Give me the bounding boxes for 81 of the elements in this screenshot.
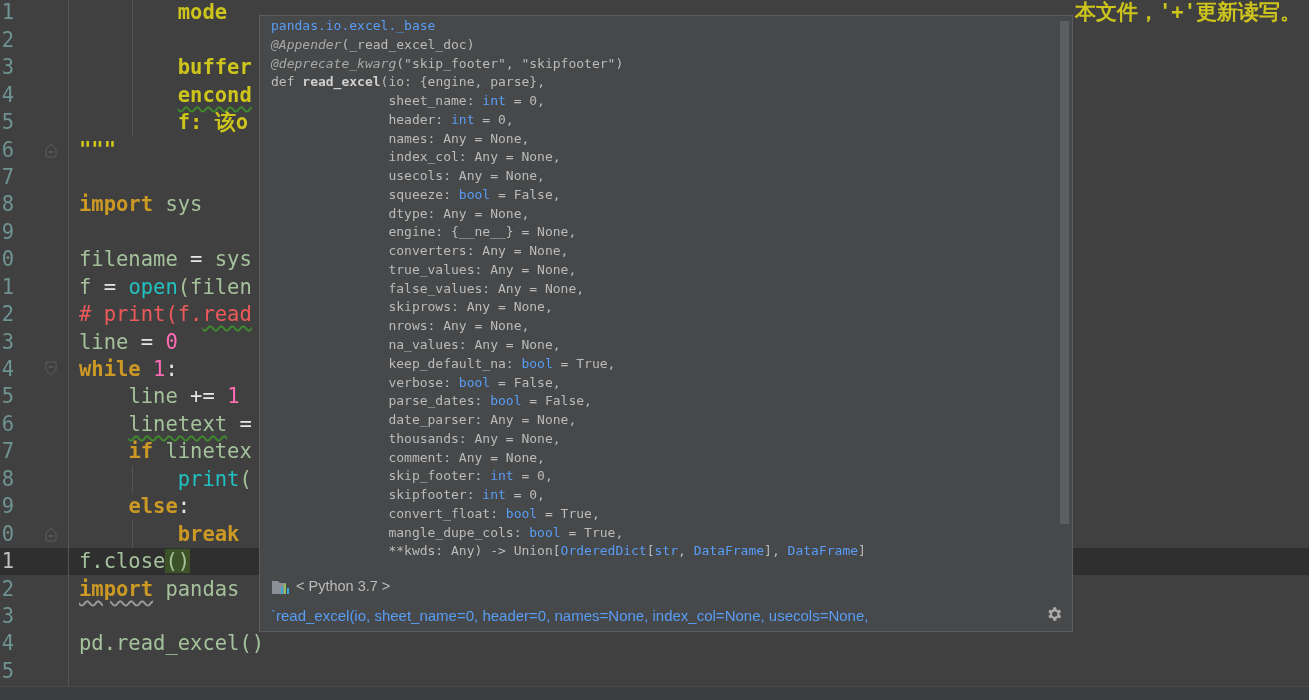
code-line: import sys bbox=[79, 191, 203, 219]
code-line: f: 该o bbox=[176, 109, 249, 137]
code-line: import pandas bbox=[79, 575, 240, 603]
line-number: 5 bbox=[0, 109, 15, 137]
signature-line: @deprecate_kwarg("skip_footer", "skipfooter") bbox=[271, 55, 624, 71]
code-line: buffer bbox=[176, 54, 252, 82]
signature-line: converters: Any = None, bbox=[387, 243, 569, 259]
line-number: 9 bbox=[0, 218, 15, 246]
signature-line: date_parser: Any = None, bbox=[387, 412, 577, 428]
code-line: """ bbox=[79, 136, 117, 164]
signature-line: parse_dates: bool = False, bbox=[387, 393, 592, 409]
line-number: 8 bbox=[0, 465, 15, 493]
signature-line: @Appender(_read_excel_doc) bbox=[271, 36, 475, 52]
line-number: 7 bbox=[0, 438, 15, 466]
signature-line: verbose: bool = False, bbox=[387, 374, 561, 390]
code-line: line = 0 bbox=[79, 328, 178, 356]
line-number: 6 bbox=[0, 410, 15, 438]
line-number: 2 bbox=[0, 26, 15, 54]
signature-line: squeeze: bool = False, bbox=[387, 186, 561, 202]
line-number: 7 bbox=[0, 163, 15, 191]
signature-line: engine: {__ne__} = None, bbox=[387, 224, 577, 240]
code-line: line += 1 bbox=[127, 383, 240, 411]
line-number: 1 bbox=[0, 548, 15, 576]
documentation-text: `read_excel(io, sheet_name=0, header=0, names=None, index_col=None, usecols=None, bbox=[271, 606, 869, 626]
library-icon bbox=[272, 578, 292, 595]
signature-line: def read_excel(io: {engine, parse}, bbox=[271, 74, 545, 90]
signature-line: mangle_dupe_cols: bool = True, bbox=[387, 524, 624, 540]
line-number: 2 bbox=[0, 575, 15, 603]
signature-line: dtype: Any = None, bbox=[387, 205, 530, 221]
fold-marker-icon[interactable] bbox=[45, 526, 57, 543]
signature-line: true_values: Any = None, bbox=[387, 261, 577, 277]
signature-line: sheet_name: int = 0, bbox=[387, 93, 545, 109]
line-number: 1 bbox=[0, 0, 15, 27]
code-line: f.close() bbox=[79, 548, 191, 576]
code-line: break bbox=[176, 520, 240, 548]
line-number: 4 bbox=[0, 356, 15, 384]
line-number: 1 bbox=[0, 273, 15, 301]
code-line: f = open(filen bbox=[79, 273, 252, 301]
code-line: print( bbox=[176, 465, 252, 493]
source-label[interactable]: < Python 3.7 > bbox=[296, 576, 391, 598]
line-number: 3 bbox=[0, 328, 15, 356]
code-line: filename = sys bbox=[79, 246, 252, 274]
fold-marker-icon[interactable] bbox=[45, 141, 57, 158]
line-number: 4 bbox=[0, 630, 15, 658]
signature-line: convert_float: bool = True, bbox=[387, 505, 600, 521]
code-line: encond bbox=[176, 81, 252, 109]
line-number: 9 bbox=[0, 493, 15, 521]
line-number: 0 bbox=[0, 246, 15, 274]
line-number: 4 bbox=[0, 81, 15, 109]
signature-line: nrows: Any = None, bbox=[387, 318, 530, 334]
code-line: if linetex bbox=[127, 438, 252, 466]
code-line: while 1: bbox=[79, 356, 178, 384]
line-number: 3 bbox=[0, 54, 15, 82]
code-line: pd.read_excel() bbox=[79, 630, 265, 658]
signature-line: usecols: Any = None, bbox=[387, 168, 545, 184]
signature-line: na_values: Any = None, bbox=[387, 337, 561, 352]
signature-line: false_values: Any = None, bbox=[387, 280, 585, 296]
line-number: 8 bbox=[0, 191, 15, 219]
signature-line: skipfooter: int = 0, bbox=[387, 487, 545, 503]
code-line: 本文件，'+'更新读写。 bbox=[1075, 0, 1302, 27]
fold-marker-icon[interactable] bbox=[45, 361, 57, 378]
line-number: 5 bbox=[0, 657, 15, 685]
signature-line: names: Any = None, bbox=[387, 130, 530, 146]
signature-line: index_col: Any = None, bbox=[387, 149, 561, 165]
signature-line: skip_footer: int = 0, bbox=[387, 468, 553, 484]
line-number: 2 bbox=[0, 301, 15, 329]
signature-line: header: int = 0, bbox=[387, 111, 514, 127]
signature-line: skiprows: Any = None, bbox=[387, 299, 553, 315]
code-line: linetext = bbox=[127, 410, 252, 438]
signature-line: keep_default_na: bool = True, bbox=[387, 355, 616, 371]
line-number: 3 bbox=[0, 602, 15, 630]
line-number: 5 bbox=[0, 383, 15, 411]
line-number: 6 bbox=[0, 136, 15, 164]
signature-line: comment: Any = None, bbox=[387, 449, 545, 465]
line-number: 0 bbox=[0, 520, 15, 548]
signature-line: **kwds: Any) -> Union[OrderedDict[str, DataFrame], DataFrame] bbox=[387, 543, 866, 559]
signature-line: pandas.io.excel._base bbox=[271, 18, 436, 33]
code-line: # print(f.read bbox=[79, 301, 252, 329]
code-line: mode bbox=[176, 0, 228, 27]
signature-line: thousands: Any = None, bbox=[387, 430, 561, 446]
code-line: else: bbox=[127, 493, 191, 521]
